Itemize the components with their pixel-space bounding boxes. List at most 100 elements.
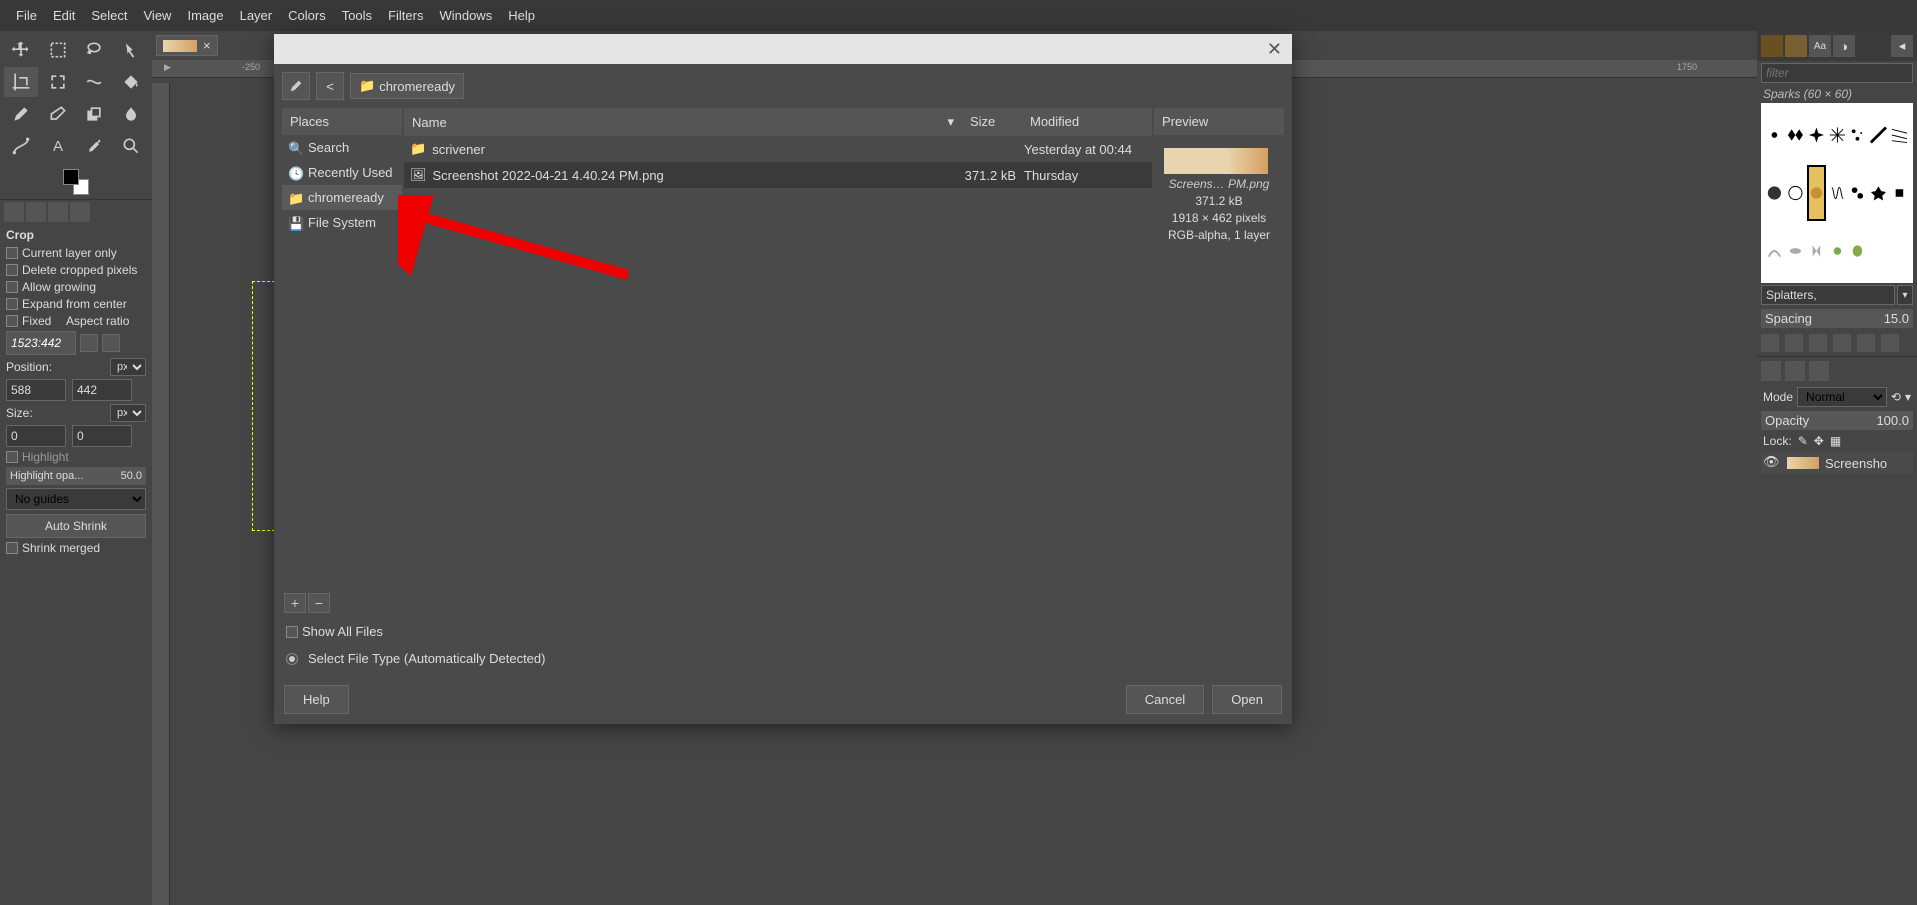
pencil-tool[interactable] [4,99,38,129]
device-status-tab[interactable] [26,202,46,222]
brush-item[interactable] [1890,165,1909,221]
refresh-brush-icon[interactable] [1857,334,1875,352]
place-item-chromeready[interactable]: 📁chromeready [282,185,402,210]
crop-tool[interactable] [4,67,38,97]
brush-item[interactable] [1786,107,1805,163]
position-x-input[interactable] [6,379,66,401]
brush-item[interactable] [1869,165,1888,221]
patterns-tab[interactable] [1785,35,1807,57]
brush-item[interactable] [1848,107,1867,163]
lasso-tool[interactable] [77,35,111,65]
place-item-file-system[interactable]: 💾File System [282,210,402,235]
duplicate-brush-icon[interactable] [1809,334,1827,352]
move-tool[interactable] [4,35,38,65]
menu-view[interactable]: View [136,4,180,27]
column-modified-header[interactable]: Modified [1022,108,1152,136]
brush-item[interactable] [1848,223,1867,279]
aspect-portrait-button[interactable] [80,334,98,352]
spacing-slider[interactable]: Spacing 15.0 [1761,309,1913,328]
fixed-checkbox[interactable] [6,315,18,327]
paths-tab[interactable] [1809,361,1829,381]
brushes-tab[interactable] [1761,35,1783,57]
remove-bookmark-button[interactable]: − [308,593,330,613]
brush-item[interactable] [1869,107,1888,163]
opacity-slider[interactable]: Opacity 100.0 [1761,411,1913,430]
expand-center-checkbox[interactable] [6,298,18,310]
file-row[interactable]: 🖼Screenshot 2022-04-21 4.40.24 PM.png371… [404,162,1152,188]
channels-tab[interactable] [1785,361,1805,381]
fonts-tab[interactable]: Aa [1809,35,1831,57]
menu-edit[interactable]: Edit [45,4,83,27]
brush-item[interactable] [1765,165,1784,221]
close-icon[interactable]: ✕ [1267,39,1282,60]
path-tool[interactable] [4,131,38,161]
clone-tool[interactable] [77,99,111,129]
layers-tab[interactable] [1761,361,1781,381]
brush-item[interactable] [1765,223,1784,279]
menu-select[interactable]: Select [83,4,135,27]
doc-history-tab[interactable]: ◑ [1833,35,1855,57]
place-item-recently-used[interactable]: 🕓Recently Used [282,160,402,185]
filetype-expander[interactable] [286,653,298,665]
eraser-tool[interactable] [41,99,75,129]
brush-item[interactable] [1786,223,1805,279]
column-size-header[interactable]: Size [962,108,1022,136]
menu-file[interactable]: File [8,4,45,27]
chevron-down-icon[interactable]: ▾ [1897,285,1913,305]
highlight-checkbox[interactable] [6,451,18,463]
open-brush-icon[interactable] [1881,334,1899,352]
path-segment[interactable]: 📁 chromeready [350,73,464,99]
file-row[interactable]: 📁scrivenerYesterday at 00:44 [404,136,1152,162]
brush-item[interactable] [1807,223,1826,279]
panel-menu-icon[interactable]: ◂ [1891,35,1913,57]
position-unit-select[interactable]: px [110,358,146,376]
brush-filter-input[interactable] [1761,63,1913,83]
brush-item[interactable] [1828,165,1847,221]
size-h-input[interactable] [72,425,132,447]
menu-colors[interactable]: Colors [280,4,334,27]
brush-item[interactable] [1786,165,1805,221]
guides-select[interactable]: No guides [6,488,146,510]
fuzzy-select-tool[interactable] [114,35,148,65]
open-button[interactable]: Open [1212,685,1282,714]
back-button[interactable]: < [316,72,344,100]
lock-position-icon[interactable]: ✥ [1814,434,1824,448]
shrink-merged-checkbox[interactable] [6,542,18,554]
edit-brush-icon[interactable] [1761,334,1779,352]
type-filename-button[interactable] [282,72,310,100]
bucket-tool[interactable] [114,67,148,97]
chevron-down-icon[interactable]: ▾ [1905,390,1911,404]
brush-item[interactable] [1890,223,1909,279]
images-tab[interactable] [70,202,90,222]
menu-image[interactable]: Image [179,4,231,27]
cancel-button[interactable]: Cancel [1126,685,1204,714]
rect-select-tool[interactable] [41,35,75,65]
tool-options-tab[interactable] [4,202,24,222]
show-all-files-checkbox[interactable] [286,626,298,638]
brush-item[interactable] [1828,223,1847,279]
brush-item-selected[interactable] [1807,165,1826,221]
undo-history-tab[interactable] [48,202,68,222]
place-item-search[interactable]: 🔍Search [282,135,402,160]
current-layer-checkbox[interactable] [6,247,18,259]
lock-pixels-icon[interactable]: ✎ [1798,434,1808,448]
help-button[interactable]: Help [284,685,349,714]
column-name-header[interactable]: Name▾ [404,108,962,136]
blend-mode-select[interactable]: Normal [1797,387,1887,407]
brush-item[interactable] [1848,165,1867,221]
menu-filters[interactable]: Filters [380,4,431,27]
visibility-icon[interactable]: 👁 [1763,454,1781,472]
menu-windows[interactable]: Windows [431,4,500,27]
layer-item[interactable]: 👁 Screensho [1761,452,1913,474]
mode-reset-icon[interactable]: ⟲ [1891,390,1901,404]
auto-shrink-button[interactable]: Auto Shrink [6,514,146,538]
delete-brush-icon[interactable] [1833,334,1851,352]
allow-growing-checkbox[interactable] [6,281,18,293]
brush-item[interactable] [1807,107,1826,163]
size-w-input[interactable] [6,425,66,447]
color-picker-tool[interactable] [77,131,111,161]
menu-tools[interactable]: Tools [334,4,380,27]
brush-item[interactable] [1828,107,1847,163]
zoom-tool[interactable] [114,131,148,161]
menu-help[interactable]: Help [500,4,543,27]
